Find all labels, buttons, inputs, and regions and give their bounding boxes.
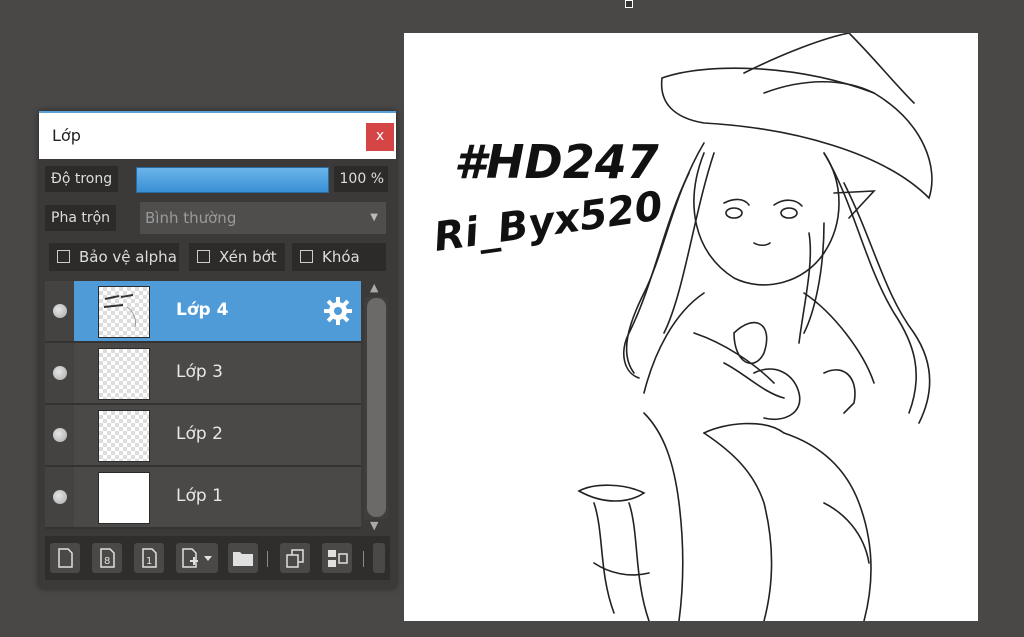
- new-layer-button[interactable]: [50, 543, 80, 573]
- layer-panel: Lớp x Độ trong 100 % Pha trộn Bình thườn…: [39, 111, 396, 588]
- visibility-toggle[interactable]: [45, 343, 74, 403]
- lock-label: Khóa: [322, 248, 360, 266]
- lock-checkbox[interactable]: Khóa: [292, 243, 386, 271]
- new-8bit-layer-icon: 8: [100, 548, 115, 568]
- duplicate-layer-button[interactable]: [280, 543, 310, 573]
- scroll-down-arrow[interactable]: ▼: [370, 519, 378, 532]
- merge-layer-icon: [328, 550, 348, 567]
- svg-text:8: 8: [104, 556, 110, 567]
- layer-thumbnail: [98, 472, 150, 524]
- layer-name: Lớp 3: [176, 362, 223, 382]
- protect-alpha-label: Bảo vệ alpha: [79, 248, 177, 266]
- layer-toolbar: 8 1: [45, 536, 390, 580]
- toolbar-divider: [267, 551, 268, 567]
- eye-icon: [53, 304, 67, 318]
- scrollbar-thumb[interactable]: [367, 298, 386, 517]
- panel-title: Lớp: [52, 126, 81, 145]
- drawing-canvas[interactable]: #HD247 Ri_Byx520: [404, 33, 978, 621]
- duplicate-layer-icon: [286, 549, 304, 568]
- layer-thumbnail: [98, 286, 150, 338]
- visibility-toggle[interactable]: [45, 281, 74, 341]
- layer-thumbnail: [98, 348, 150, 400]
- layer-name: Lớp 1: [176, 486, 223, 506]
- visibility-toggle[interactable]: [45, 405, 74, 465]
- gear-icon[interactable]: [323, 296, 353, 326]
- new-folder-icon: [233, 552, 253, 566]
- layer-row-1[interactable]: Lớp 1: [45, 467, 361, 529]
- scroll-up-arrow[interactable]: ▲: [370, 281, 378, 294]
- protect-alpha-checkbox[interactable]: Bảo vệ alpha: [49, 243, 179, 271]
- checkbox-icon: [57, 250, 70, 263]
- canvas-text-line2: Ri_Byx520: [431, 183, 666, 261]
- clipping-label: Xén bớt: [219, 248, 277, 266]
- layer-name: Lớp 2: [176, 424, 223, 444]
- new-folder-button[interactable]: [228, 543, 258, 573]
- add-layer-menu-icon: [182, 548, 212, 568]
- checkbox-icon: [300, 250, 313, 263]
- layer-row-3[interactable]: Lớp 3: [45, 343, 361, 405]
- merge-layer-button[interactable]: [322, 543, 352, 573]
- svg-text:1: 1: [146, 556, 152, 567]
- eye-icon: [53, 428, 67, 442]
- add-layer-menu-button[interactable]: [176, 543, 218, 573]
- canvas-text-line1: #HD247: [454, 135, 659, 189]
- lineart-drawing: #HD247 Ri_Byx520: [431, 33, 933, 621]
- clipping-checkbox[interactable]: Xén bớt: [189, 243, 285, 271]
- blend-mode-label: Pha trộn: [45, 205, 117, 231]
- thumbnail-sketch-icon: [103, 294, 136, 328]
- chevron-down-icon: ▼: [370, 212, 378, 223]
- canvas-transform-handle[interactable]: [625, 0, 633, 8]
- toolbar-overflow[interactable]: [373, 543, 385, 573]
- blend-mode-value: Bình thường: [145, 209, 237, 227]
- new-8bit-layer-button[interactable]: 8: [92, 543, 122, 573]
- opacity-value[interactable]: 100 %: [334, 166, 388, 192]
- visibility-toggle[interactable]: [45, 467, 74, 527]
- new-layer-icon: [58, 548, 73, 568]
- new-1bit-layer-icon: 1: [142, 548, 157, 568]
- panel-titlebar[interactable]: Lớp x: [39, 111, 396, 159]
- layer-name: Lớp 4: [176, 300, 229, 320]
- toolbar-divider: [363, 551, 364, 567]
- layer-thumbnail: [98, 410, 150, 462]
- layer-row-4[interactable]: Lớp 4: [45, 281, 361, 343]
- close-button[interactable]: x: [366, 123, 394, 151]
- opacity-slider[interactable]: [136, 167, 329, 193]
- layer-row-2[interactable]: Lớp 2: [45, 405, 361, 467]
- opacity-label: Độ trong: [45, 166, 119, 192]
- eye-icon: [53, 366, 67, 380]
- new-1bit-layer-button[interactable]: 1: [134, 543, 164, 573]
- checkbox-icon: [197, 250, 210, 263]
- blend-mode-select[interactable]: Bình thường ▼: [140, 202, 386, 234]
- layer-list: Lớp 4 Lớp 3 Lớp 2 Lớp 1: [45, 281, 361, 529]
- eye-icon: [53, 490, 67, 504]
